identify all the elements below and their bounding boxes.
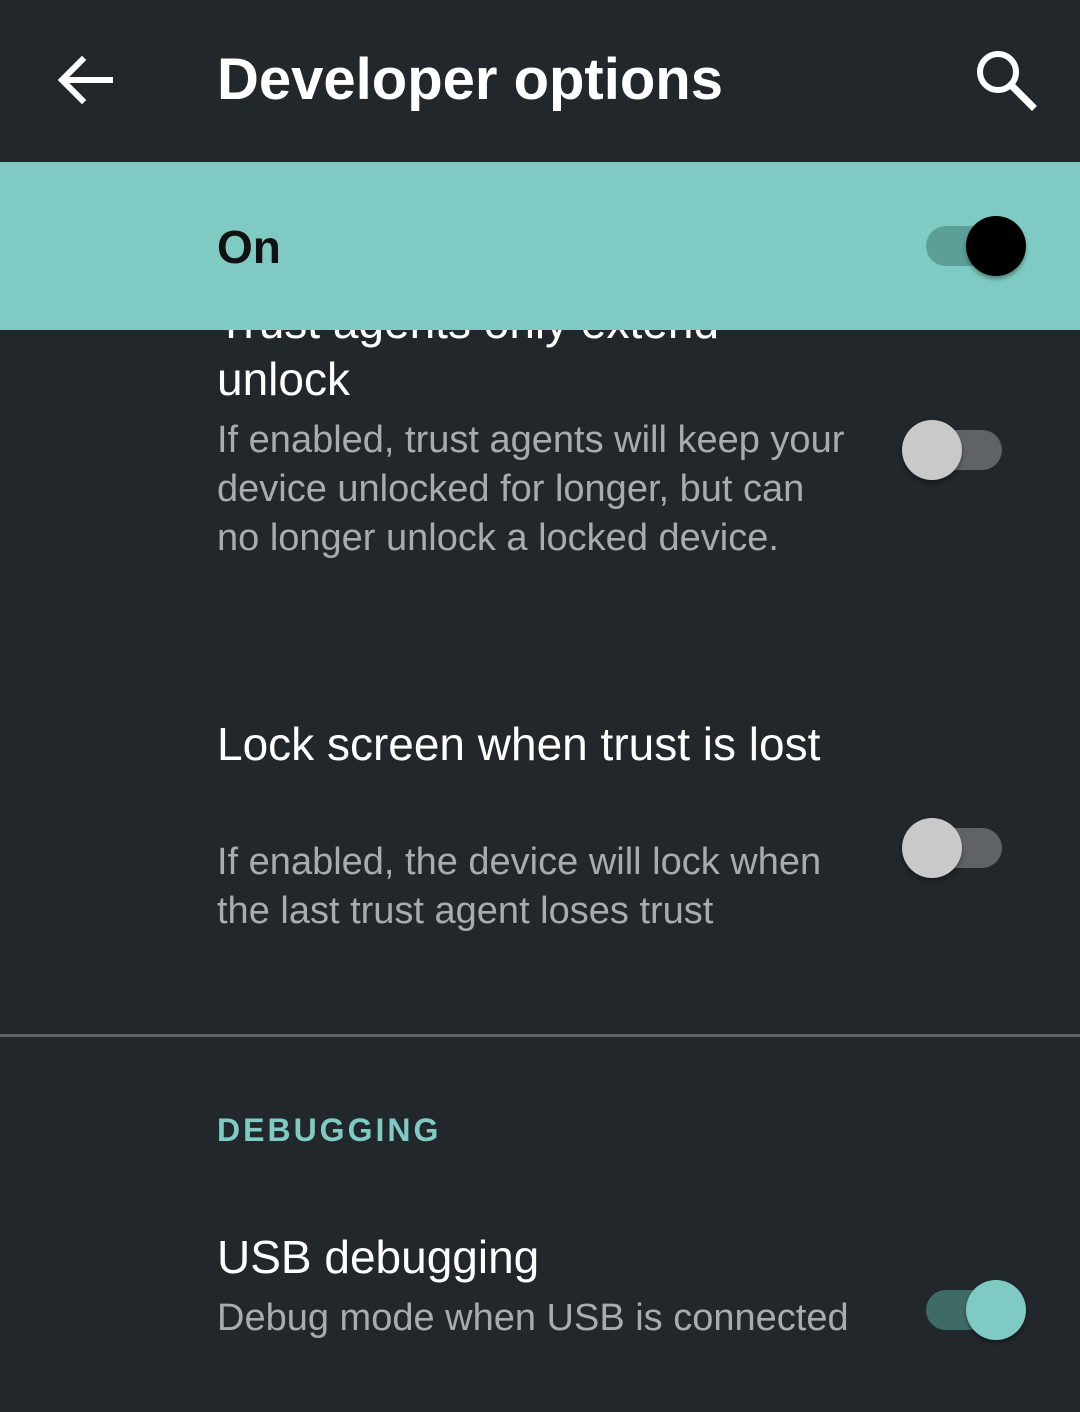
toggle-thumb xyxy=(902,420,962,480)
toggle-thumb xyxy=(966,1280,1026,1340)
lock-screen-toggle[interactable] xyxy=(902,810,1002,878)
toggle-thumb xyxy=(966,216,1026,276)
pref-summary: If enabled, trust agents will keep your … xyxy=(217,419,845,559)
master-switch-label: On xyxy=(217,221,281,273)
trust-agents-toggle[interactable] xyxy=(902,412,1002,480)
page-title: Developer options xyxy=(217,47,723,112)
master-switch-bar[interactable]: On xyxy=(0,162,1080,330)
usb-debugging-toggle[interactable] xyxy=(926,1272,1026,1340)
toggle-thumb xyxy=(902,818,962,878)
app-bar: Developer options xyxy=(0,0,1080,162)
section-header-debugging: DEBUGGING xyxy=(217,1112,442,1148)
arrow-left-icon[interactable] xyxy=(52,48,116,112)
search-icon[interactable] xyxy=(972,46,1040,114)
pref-title: Lock screen when trust is lost xyxy=(217,718,821,770)
master-toggle[interactable] xyxy=(926,208,1026,276)
divider xyxy=(0,1034,1080,1037)
pref-summary: If enabled, the device will lock when th… xyxy=(217,841,822,932)
pref-title: USB debugging xyxy=(217,1231,540,1283)
pref-summary: Debug mode when USB is connected xyxy=(217,1297,849,1339)
